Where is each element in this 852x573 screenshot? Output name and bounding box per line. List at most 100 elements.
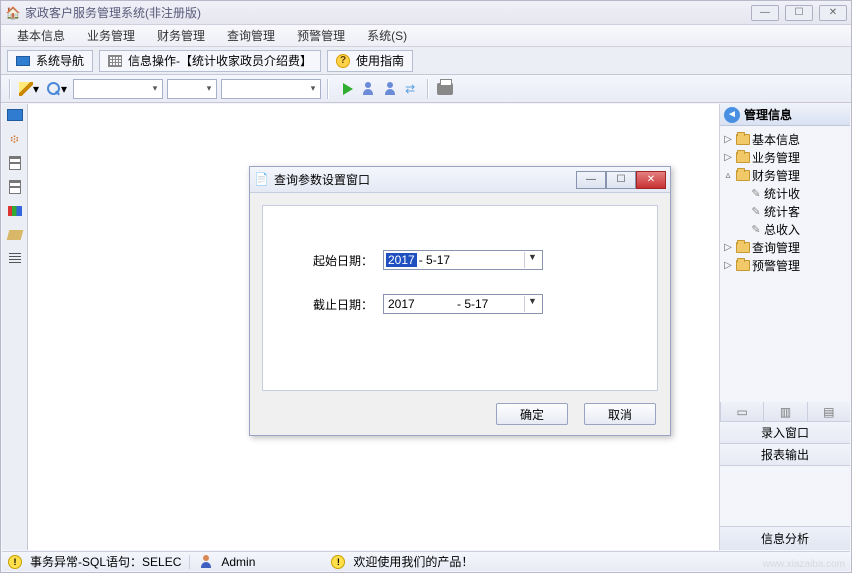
dialog-maximize-button[interactable]: ☐ [606, 171, 636, 189]
run-button[interactable] [335, 79, 355, 99]
status-user: Admin [221, 555, 255, 569]
menu-system[interactable]: 系统(S) [357, 25, 417, 46]
play-icon [343, 83, 353, 95]
tab-guide[interactable]: ? 使用指南 [327, 50, 413, 72]
tree-item-stat-intro[interactable]: ✎统计收 [722, 184, 848, 202]
panel-tab-2[interactable]: ▥ [763, 402, 806, 421]
tab-system-nav[interactable]: 系统导航 [7, 50, 93, 72]
dialog-icon: 📄 [254, 172, 270, 188]
search-button[interactable]: ▾ [45, 79, 69, 99]
tree-label: 财务管理 [752, 167, 800, 184]
swap-icon [405, 82, 419, 96]
user-search-1-button[interactable] [359, 79, 377, 99]
chevron-down-icon[interactable]: ▼ [524, 252, 540, 268]
back-icon[interactable]: ◄ [724, 107, 740, 123]
app-icon: 🏠 [5, 5, 21, 21]
strip-nav-button[interactable] [6, 106, 24, 124]
report-output-button[interactable]: 报表输出 [720, 444, 850, 466]
folder-icon [736, 242, 750, 253]
strip-doc2-button[interactable] [6, 178, 24, 196]
menu-alert[interactable]: 预警管理 [287, 25, 355, 46]
tab-label: 使用指南 [356, 52, 404, 69]
menu-query[interactable]: 查询管理 [217, 25, 285, 46]
strip-list-button[interactable] [6, 250, 24, 268]
start-date-field[interactable]: 2017 - 5-17 ▼ [383, 250, 543, 270]
dialog-title: 查询参数设置窗口 [274, 171, 370, 188]
start-date-rest: - 5-17 [417, 253, 524, 267]
end-date-rest: - 5-17 [455, 297, 524, 311]
tree-label: 统计客 [764, 203, 800, 220]
cancel-button[interactable]: 取消 [584, 403, 656, 425]
maximize-button[interactable]: ☐ [785, 5, 813, 21]
tree-item-total-income[interactable]: ✎总收入 [722, 220, 848, 238]
folder-icon [736, 152, 750, 163]
nav-tree: ▷基本信息 ▷业务管理 ▵财务管理 ✎统计收 ✎统计客 ✎总收入 ▷查询管理 ▷… [720, 126, 850, 278]
strip-tag-button[interactable] [6, 226, 24, 244]
tree-item-stat-cust[interactable]: ✎统计客 [722, 202, 848, 220]
right-panel-title: 管理信息 [744, 106, 792, 123]
panel-tab-3[interactable]: ▤ [807, 402, 850, 421]
tab-label: 系统导航 [36, 52, 84, 69]
window-icon [7, 109, 23, 121]
toolbar-combo-1[interactable]: ▾ [73, 79, 163, 99]
tag-icon [6, 230, 23, 240]
entry-window-button[interactable]: 录入窗口 [720, 422, 850, 444]
panel-tab-1[interactable]: ▭ [720, 402, 763, 421]
info-icon: ! [331, 555, 345, 569]
tab-row: 系统导航 信息操作-【统计收家政员介绍费】 ? 使用指南 [1, 47, 851, 75]
right-panel: ◄ 管理信息 ▷基本信息 ▷业务管理 ▵财务管理 ✎统计收 ✎统计客 ✎总收入 … [720, 104, 850, 550]
leaf-icon: ✎ [750, 187, 762, 199]
toolbar-combo-3[interactable]: ▾ [221, 79, 321, 99]
strip-org-button[interactable]: ፨ [6, 130, 24, 148]
org-icon: ፨ [10, 132, 18, 147]
side-label: 报表输出 [761, 446, 809, 463]
leaf-icon: ✎ [750, 205, 762, 217]
swap-button[interactable] [403, 79, 421, 99]
end-date-year: 2017 [386, 297, 455, 311]
menu-finance[interactable]: 财务管理 [147, 25, 215, 46]
nav-icon [16, 56, 30, 66]
window-title: 家政客户服务管理系统(非注册版) [25, 4, 201, 21]
tab-info-op[interactable]: 信息操作-【统计收家政员介绍费】 [99, 50, 321, 72]
status-welcome: 欢迎使用我们的产品！ [353, 553, 473, 570]
chevron-down-icon[interactable]: ▼ [524, 296, 540, 312]
toolbar: ▾ ▾ ▾ ▾ ▾ [1, 75, 851, 103]
folder-icon [736, 260, 750, 271]
user-search-2-button[interactable] [381, 79, 399, 99]
status-sql: 事务异常-SQL语句：SELEC [30, 553, 181, 570]
grid-icon [108, 55, 122, 67]
folder-icon [736, 134, 750, 145]
tree-item-alert[interactable]: ▷预警管理 [722, 256, 848, 274]
warning-icon: ! [8, 555, 22, 569]
info-analysis-button[interactable]: 信息分析 [720, 526, 850, 550]
tree-item-basic[interactable]: ▷基本信息 [722, 130, 848, 148]
ok-button[interactable]: 确定 [496, 403, 568, 425]
tree-item-finance[interactable]: ▵财务管理 [722, 166, 848, 184]
strip-chart-button[interactable] [6, 202, 24, 220]
help-icon: ? [336, 54, 350, 68]
menubar: 基本信息 业务管理 财务管理 查询管理 预警管理 系统(S) [1, 25, 851, 47]
tree-item-business[interactable]: ▷业务管理 [722, 148, 848, 166]
dialog-close-button[interactable]: ✕ [636, 171, 666, 189]
close-button[interactable]: ✕ [819, 5, 847, 21]
right-panel-header: ◄ 管理信息 [720, 104, 850, 126]
tree-label: 预警管理 [752, 257, 800, 274]
toolbar-combo-2[interactable]: ▾ [167, 79, 217, 99]
minimize-button[interactable]: — [751, 5, 779, 21]
dialog-minimize-button[interactable]: — [576, 171, 606, 189]
end-date-field[interactable]: 2017 - 5-17 ▼ [383, 294, 543, 314]
tree-item-query[interactable]: ▷查询管理 [722, 238, 848, 256]
tree-label: 查询管理 [752, 239, 800, 256]
end-date-label: 截止日期： [293, 296, 373, 313]
left-tool-strip: ፨ [2, 104, 28, 550]
statusbar: ! 事务异常-SQL语句：SELEC Admin ! 欢迎使用我们的产品！ [2, 551, 850, 571]
menu-business[interactable]: 业务管理 [77, 25, 145, 46]
menu-basic[interactable]: 基本信息 [7, 25, 75, 46]
tree-label: 业务管理 [752, 149, 800, 166]
person-icon [383, 82, 397, 96]
document-icon [9, 156, 21, 170]
print-button[interactable] [435, 79, 455, 99]
dialog-titlebar: 📄 查询参数设置窗口 — ☐ ✕ [250, 167, 670, 193]
edit-button[interactable]: ▾ [17, 79, 41, 99]
strip-doc1-button[interactable] [6, 154, 24, 172]
